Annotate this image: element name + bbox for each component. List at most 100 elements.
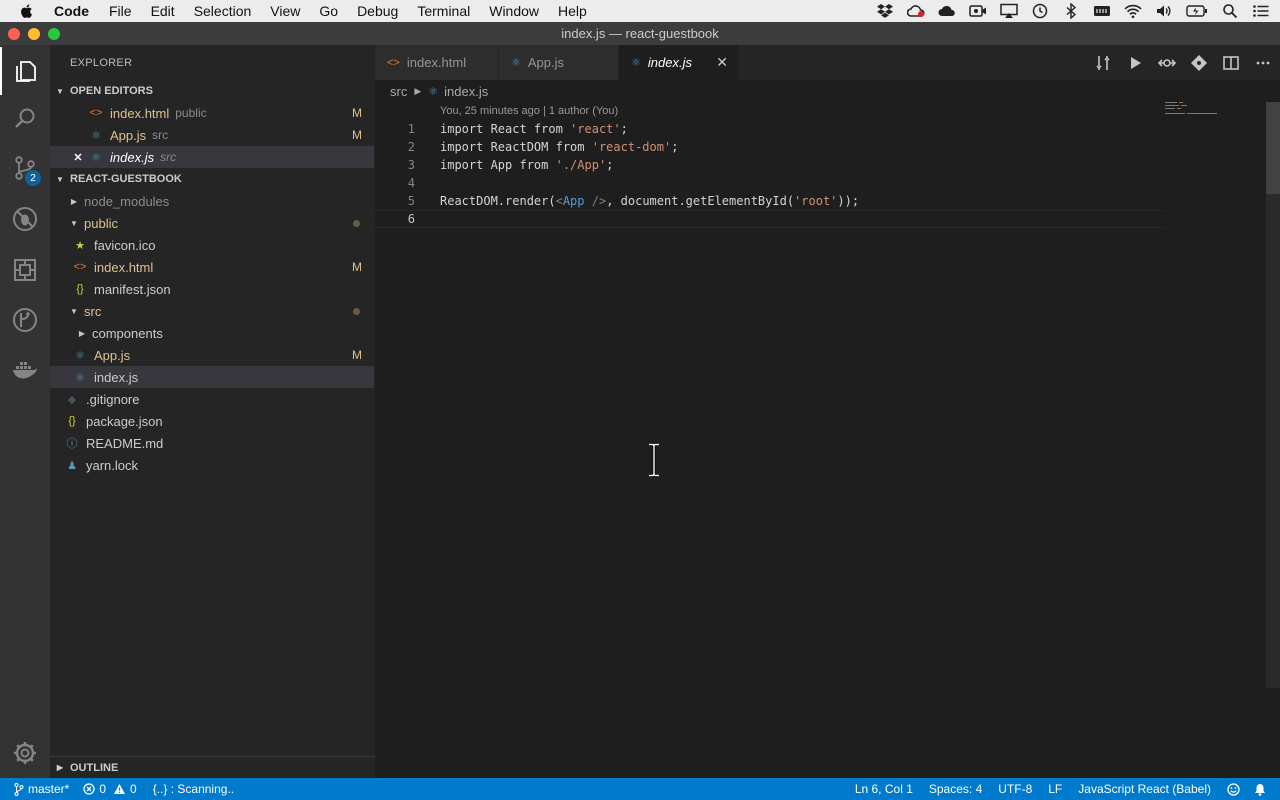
code-line: 3 import App from './App'; xyxy=(375,156,1165,174)
split-editor-icon[interactable] xyxy=(1222,54,1240,72)
editor-scrollbar[interactable] xyxy=(1266,102,1280,688)
activity-explorer[interactable] xyxy=(0,47,50,95)
tree-file-app-js[interactable]: ⚛ App.js M xyxy=(50,344,374,366)
tree-file-favicon[interactable]: ★ favicon.ico xyxy=(50,234,374,256)
tree-folder-node-modules[interactable]: ▶ node_modules xyxy=(50,190,374,212)
menu-edit[interactable]: Edit xyxy=(151,3,175,19)
react-file-icon: ⚛ xyxy=(75,371,85,384)
cloud-icon[interactable] xyxy=(938,3,956,19)
compare-changes-icon[interactable] xyxy=(1094,54,1112,72)
apple-logo-icon[interactable] xyxy=(18,2,36,20)
dropbox-icon[interactable] xyxy=(876,3,894,19)
bell-icon xyxy=(1255,783,1265,796)
breadcrumb-file[interactable]: index.js xyxy=(444,84,488,99)
status-scanning[interactable]: {..} : Scanning.. xyxy=(153,782,234,796)
menu-terminal[interactable]: Terminal xyxy=(417,3,470,19)
close-icon[interactable]: ✕ xyxy=(70,149,86,165)
time-machine-icon[interactable] xyxy=(1031,3,1049,19)
status-encoding[interactable]: UTF-8 xyxy=(998,782,1032,796)
code-token: import App from xyxy=(440,158,556,172)
tree-folder-components[interactable]: ▶ components xyxy=(50,322,374,344)
tree-item-label: node_modules xyxy=(84,193,170,209)
outline-header[interactable]: ▶ OUTLINE xyxy=(50,756,375,778)
git-commit-icon[interactable] xyxy=(1190,54,1208,72)
menu-go[interactable]: Go xyxy=(319,3,338,19)
tree-file-index-js[interactable]: ⚛ index.js xyxy=(50,366,374,388)
airplay-icon[interactable] xyxy=(1000,3,1018,19)
activity-manage[interactable] xyxy=(0,729,50,777)
status-eol[interactable]: LF xyxy=(1048,782,1062,796)
tree-file-index-html[interactable]: <> index.html M xyxy=(50,256,374,278)
menu-window[interactable]: Window xyxy=(489,3,539,19)
status-branch[interactable]: master* xyxy=(14,782,69,796)
tree-folder-public[interactable]: ▼ public xyxy=(50,212,374,234)
status-indentation[interactable]: Spaces: 4 xyxy=(929,782,982,796)
menu-selection[interactable]: Selection xyxy=(194,3,252,19)
scm-badge: 2 xyxy=(25,170,41,186)
status-feedback[interactable] xyxy=(1227,782,1240,796)
activity-search[interactable] xyxy=(0,95,50,143)
wifi-icon[interactable] xyxy=(1124,3,1142,19)
sidebar-title: EXPLORER xyxy=(70,57,133,69)
status-language[interactable]: JavaScript React (Babel) xyxy=(1078,782,1211,796)
bluetooth-icon[interactable] xyxy=(1062,3,1080,19)
open-editors-header[interactable]: ▼ OPEN EDITORS xyxy=(50,80,375,102)
creative-cloud-icon[interactable] xyxy=(907,3,925,19)
open-editor-app-js[interactable]: ⚛ App.js src M xyxy=(50,124,374,146)
react-file-icon: ⚛ xyxy=(428,85,439,98)
menu-file[interactable]: File xyxy=(109,3,132,19)
menu-help[interactable]: Help xyxy=(558,3,587,19)
line-number: 6 xyxy=(407,212,415,226)
tree-file-package-json[interactable]: {} package.json xyxy=(50,410,374,432)
notification-center-icon[interactable] xyxy=(1252,3,1270,19)
activity-source-control[interactable]: 2 xyxy=(0,144,50,192)
open-editor-index-js[interactable]: ✕ ⚛ index.js src xyxy=(50,146,374,168)
code-editor[interactable]: You, 25 minutes ago | 1 author (You) 1 i… xyxy=(375,102,1280,778)
breadcrumb-folder[interactable]: src xyxy=(390,84,407,99)
minimap[interactable] xyxy=(1165,102,1225,116)
tab-app-js[interactable]: ⚛ App.js xyxy=(499,45,619,80)
menu-app-code[interactable]: Code xyxy=(54,3,89,19)
open-editor-index-html[interactable]: <> index.html public M xyxy=(50,102,374,124)
tab-index-html[interactable]: <> index.html xyxy=(375,45,499,80)
run-icon[interactable] xyxy=(1126,54,1144,72)
open-changes-icon[interactable] xyxy=(1158,54,1176,72)
tree-file-manifest[interactable]: {} manifest.json xyxy=(50,278,374,300)
files-icon xyxy=(16,61,36,82)
encoding-label: UTF-8 xyxy=(998,782,1033,796)
tab-label: index.html xyxy=(406,55,467,70)
open-editors-label: OPEN EDITORS xyxy=(70,85,153,97)
close-window-button[interactable] xyxy=(8,28,20,40)
tree-file-gitignore[interactable]: ◆ .gitignore xyxy=(50,388,374,410)
activity-gitlens[interactable] xyxy=(0,296,50,344)
menu-view[interactable]: View xyxy=(270,3,300,19)
minimize-window-button[interactable] xyxy=(28,28,40,40)
screen-record-icon[interactable] xyxy=(969,3,987,19)
zoom-window-button[interactable] xyxy=(48,28,60,40)
activity-extensions[interactable] xyxy=(0,246,50,294)
code-jsx-bracket: < xyxy=(555,194,563,208)
tree-folder-src[interactable]: ▼ src xyxy=(50,300,374,322)
menu-debug[interactable]: Debug xyxy=(357,3,398,19)
tab-index-js[interactable]: ⚛ index.js ✕ xyxy=(619,45,739,80)
tree-file-yarn-lock[interactable]: ♟ yarn.lock xyxy=(50,454,374,476)
activity-debug[interactable] xyxy=(0,195,50,243)
keyboard-icon[interactable] xyxy=(1093,3,1111,19)
volume-icon[interactable] xyxy=(1155,3,1173,19)
tree-item-label: components xyxy=(92,325,163,341)
tab-close-button[interactable]: ✕ xyxy=(716,54,728,71)
code-jsx-bracket: /> xyxy=(584,194,607,208)
tree-file-readme[interactable]: ⓘ README.md xyxy=(50,432,374,454)
status-problems[interactable]: 0 0 xyxy=(83,782,137,796)
battery-icon[interactable] xyxy=(1186,3,1208,19)
folder-modified-dot xyxy=(353,219,360,227)
codelens-blame[interactable]: You, 25 minutes ago | 1 author (You) xyxy=(440,105,618,117)
project-header[interactable]: ▼ REACT-GUESTBOOK xyxy=(50,168,375,190)
open-editor-name: index.js xyxy=(110,149,155,165)
scrollbar-thumb[interactable] xyxy=(1266,102,1280,194)
status-cursor-position[interactable]: Ln 6, Col 1 xyxy=(855,782,913,796)
more-actions-icon[interactable] xyxy=(1254,54,1272,72)
status-notifications[interactable] xyxy=(1254,783,1266,796)
spotlight-search-icon[interactable] xyxy=(1221,3,1239,19)
activity-docker[interactable] xyxy=(0,346,50,394)
